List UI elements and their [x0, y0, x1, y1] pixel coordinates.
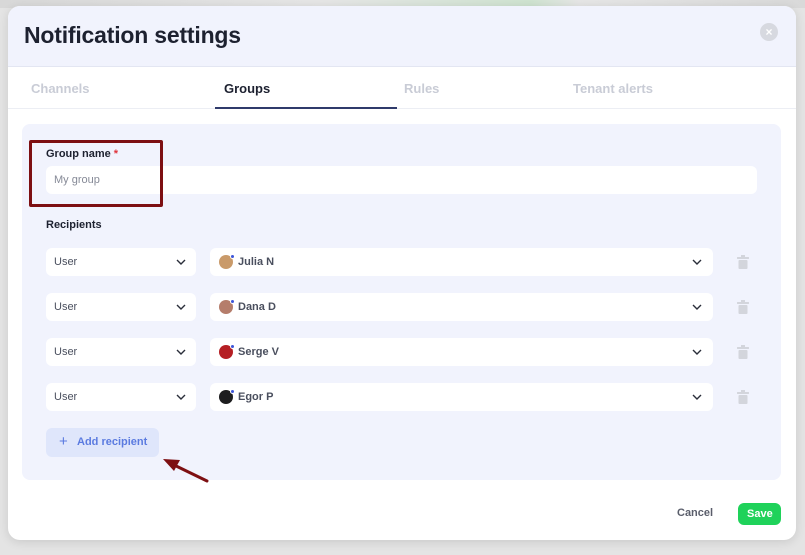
tab-bar: Channels Groups Rules Tenant alerts — [8, 67, 796, 109]
chevron-down-icon — [176, 259, 186, 265]
group-form-panel: Group name* Recipients User Julia N User… — [22, 124, 781, 480]
recipient-name: Julia N — [238, 256, 275, 268]
tab-groups[interactable]: Groups — [224, 81, 270, 96]
avatar — [219, 254, 235, 269]
recipient-type-select[interactable]: User — [46, 383, 196, 411]
active-tab-indicator — [215, 107, 397, 109]
recipient-type-value: User — [54, 391, 78, 403]
recipient-type-value: User — [54, 256, 78, 268]
chevron-down-icon — [692, 304, 702, 310]
chevron-down-icon — [692, 394, 702, 400]
status-dot — [230, 389, 235, 394]
recipient-user-select[interactable]: Egor P — [210, 383, 713, 411]
group-name-input[interactable] — [46, 166, 757, 194]
recipient-type-select[interactable]: User — [46, 293, 196, 321]
modal-title: Notification settings — [24, 22, 241, 48]
recipient-name: Dana D — [238, 301, 276, 313]
chevron-down-icon — [692, 259, 702, 265]
chevron-down-icon — [176, 349, 186, 355]
avatar — [219, 389, 235, 404]
recipient-user-select[interactable]: Serge V — [210, 338, 713, 366]
tab-channels[interactable]: Channels — [31, 81, 90, 96]
group-name-label-text: Group name — [46, 148, 111, 160]
recipient-name: Egor P — [238, 391, 274, 403]
recipient-type-value: User — [54, 346, 78, 358]
add-recipient-button[interactable]: + Add recipient — [46, 428, 159, 457]
recipient-user-select[interactable]: Dana D — [210, 293, 713, 321]
recipient-type-select[interactable]: User — [46, 338, 196, 366]
avatar — [219, 299, 235, 314]
trash-icon[interactable] — [737, 390, 749, 404]
add-recipient-label: Add recipient — [77, 436, 148, 448]
recipient-type-select[interactable]: User — [46, 248, 196, 276]
plus-icon: + — [59, 433, 68, 450]
chevron-down-icon — [176, 304, 186, 310]
tab-tenant-alerts[interactable]: Tenant alerts — [573, 81, 653, 96]
recipient-user-select[interactable]: Julia N — [210, 248, 713, 276]
recipient-type-value: User — [54, 301, 78, 313]
notification-settings-modal: Notification settings × Channels Groups … — [8, 6, 796, 540]
trash-icon[interactable] — [737, 345, 749, 359]
recipients-label: Recipients — [46, 219, 102, 231]
status-dot — [230, 344, 235, 349]
required-mark: * — [113, 148, 119, 160]
trash-icon[interactable] — [737, 255, 749, 269]
status-dot — [230, 254, 235, 259]
tab-rules[interactable]: Rules — [404, 81, 439, 96]
cancel-button[interactable]: Cancel — [677, 507, 713, 519]
modal-header: Notification settings × — [8, 6, 796, 67]
chevron-down-icon — [692, 349, 702, 355]
group-name-label: Group name * — [46, 148, 118, 160]
chevron-down-icon — [176, 394, 186, 400]
save-button[interactable]: Save — [738, 503, 781, 525]
status-dot — [230, 299, 235, 304]
avatar — [219, 344, 235, 359]
close-icon[interactable]: × — [760, 23, 778, 41]
recipient-name: Serge V — [238, 346, 279, 358]
save-button-label: Save — [747, 508, 773, 520]
trash-icon[interactable] — [737, 300, 749, 314]
